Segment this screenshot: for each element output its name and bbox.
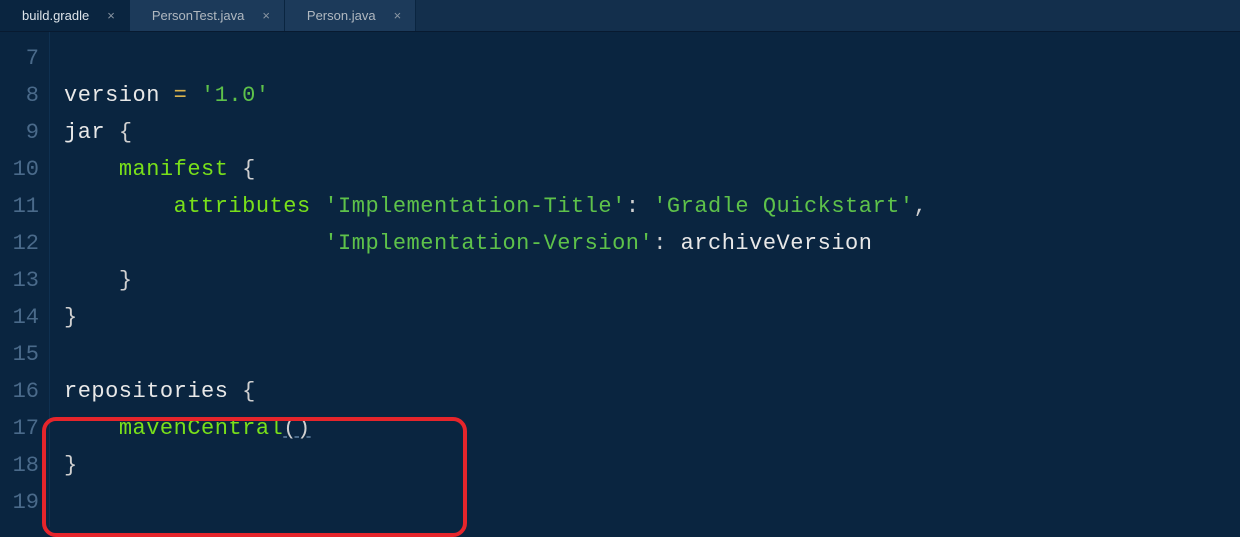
code-line: mavenCentral() [64,410,1240,447]
line-number: 16 [0,373,49,410]
line-gutter: 7 8 9 10 11 12 13 14 15 16 17 18 19 [0,32,50,527]
code-line: manifest { [64,151,1240,188]
code-line: attributes 'Implementation-Title': 'Grad… [64,188,1240,225]
line-number: 9 [0,114,49,151]
code-area[interactable]: version = '1.0' jar { manifest { attribu… [50,32,1240,527]
line-number: 18 [0,447,49,484]
tab-bar: build.gradle × PersonTest.java × Person.… [0,0,1240,32]
tab-label: PersonTest.java [152,8,245,23]
code-line: } [64,447,1240,484]
tab-build-gradle[interactable]: build.gradle × [0,0,130,31]
code-line [64,484,1240,521]
tab-persontest[interactable]: PersonTest.java × [130,0,285,31]
code-line: 'Implementation-Version': archiveVersion [64,225,1240,262]
line-number: 10 [0,151,49,188]
tab-person[interactable]: Person.java × [285,0,416,31]
close-icon[interactable]: × [107,9,115,22]
editor: 7 8 9 10 11 12 13 14 15 16 17 18 19 vers… [0,32,1240,527]
tab-label: Person.java [307,8,376,23]
code-line [64,40,1240,77]
line-number: 19 [0,484,49,521]
line-number: 14 [0,299,49,336]
code-line: version = '1.0' [64,77,1240,114]
code-line [64,336,1240,373]
line-number: 11 [0,188,49,225]
tab-label: build.gradle [22,8,89,23]
line-number: 7 [0,40,49,77]
line-number: 8 [0,77,49,114]
close-icon[interactable]: × [394,9,402,22]
line-number: 15 [0,336,49,373]
close-icon[interactable]: × [262,9,270,22]
code-line: } [64,299,1240,336]
line-number: 13 [0,262,49,299]
line-number: 17 [0,410,49,447]
line-number: 12 [0,225,49,262]
code-line: repositories { [64,373,1240,410]
code-line: jar { [64,114,1240,151]
code-line: } [64,262,1240,299]
